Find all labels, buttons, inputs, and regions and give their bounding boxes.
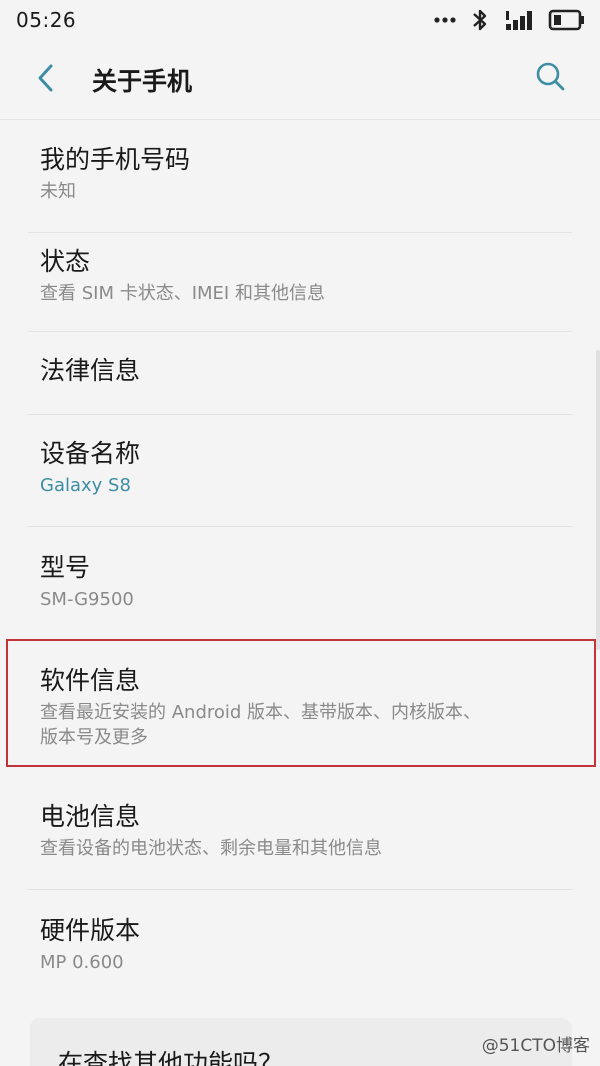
signal-icon xyxy=(504,9,534,31)
item-title: 法律信息 xyxy=(40,356,141,385)
list-item-hardware-version[interactable]: 硬件版本 MP 0.600 xyxy=(0,890,600,1002)
search-icon xyxy=(534,60,566,96)
about-phone-screen: 05:26 关于手机 我的手机号码 未知 状态 查看 SIM 卡状态、IMEI … xyxy=(0,0,600,1066)
item-subtitle: SM-G9500 xyxy=(40,589,134,610)
item-subtitle: MP 0.600 xyxy=(40,952,124,973)
settings-list: 我的手机号码 未知 状态 查看 SIM 卡状态、IMEI 和其他信息 法律信息 … xyxy=(0,121,600,1002)
item-title: 我的手机号码 xyxy=(40,145,191,174)
list-item-phone-number[interactable]: 我的手机号码 未知 xyxy=(0,121,600,233)
search-button[interactable] xyxy=(528,56,572,100)
list-item-device-name[interactable]: 设备名称 Galaxy S8 xyxy=(0,415,600,527)
suggestion-card-title: 在查找其他功能吗？ xyxy=(58,1049,284,1066)
status-icons xyxy=(434,8,586,32)
list-item-software-info[interactable]: 软件信息 查看最近安装的 Android 版本、基带版本、内核版本、 版本号及更… xyxy=(0,640,600,776)
item-subtitle: 未知 xyxy=(40,181,76,202)
back-button[interactable] xyxy=(22,56,70,104)
item-title: 状态 xyxy=(40,247,91,276)
watermark: @51CTO博客 xyxy=(481,1036,590,1056)
bluetooth-icon xyxy=(470,8,490,32)
list-item-legal-info[interactable]: 法律信息 xyxy=(0,332,600,415)
status-time: 05:26 xyxy=(16,8,77,32)
app-bar: 关于手机 xyxy=(0,40,600,120)
item-subtitle-line: 版本号及更多 xyxy=(40,727,148,749)
item-subtitle: 查看最近安装的 Android 版本、基带版本、内核版本、 版本号及更多 xyxy=(40,700,560,750)
scrollbar[interactable] xyxy=(596,350,600,650)
item-title: 设备名称 xyxy=(40,439,141,468)
item-title: 电池信息 xyxy=(40,802,141,831)
item-title: 硬件版本 xyxy=(40,916,141,945)
battery-icon xyxy=(548,9,586,31)
item-subtitle: Galaxy S8 xyxy=(40,475,131,496)
status-bar: 05:26 xyxy=(0,0,600,40)
list-item-model[interactable]: 型号 SM-G9500 xyxy=(0,527,600,640)
item-title: 软件信息 xyxy=(40,666,141,695)
item-subtitle: 查看设备的电池状态、剩余电量和其他信息 xyxy=(40,838,382,859)
page-title: 关于手机 xyxy=(92,66,193,96)
item-title: 型号 xyxy=(40,553,91,582)
list-item-status[interactable]: 状态 查看 SIM 卡状态、IMEI 和其他信息 xyxy=(0,233,600,332)
more-dots-icon xyxy=(434,16,456,24)
chevron-left-icon xyxy=(36,63,56,97)
item-subtitle-line: 查看最近安装的 Android 版本、基带版本、内核版本、 xyxy=(40,702,482,723)
list-item-battery-info[interactable]: 电池信息 查看设备的电池状态、剩余电量和其他信息 xyxy=(0,776,600,890)
item-subtitle: 查看 SIM 卡状态、IMEI 和其他信息 xyxy=(40,283,325,304)
